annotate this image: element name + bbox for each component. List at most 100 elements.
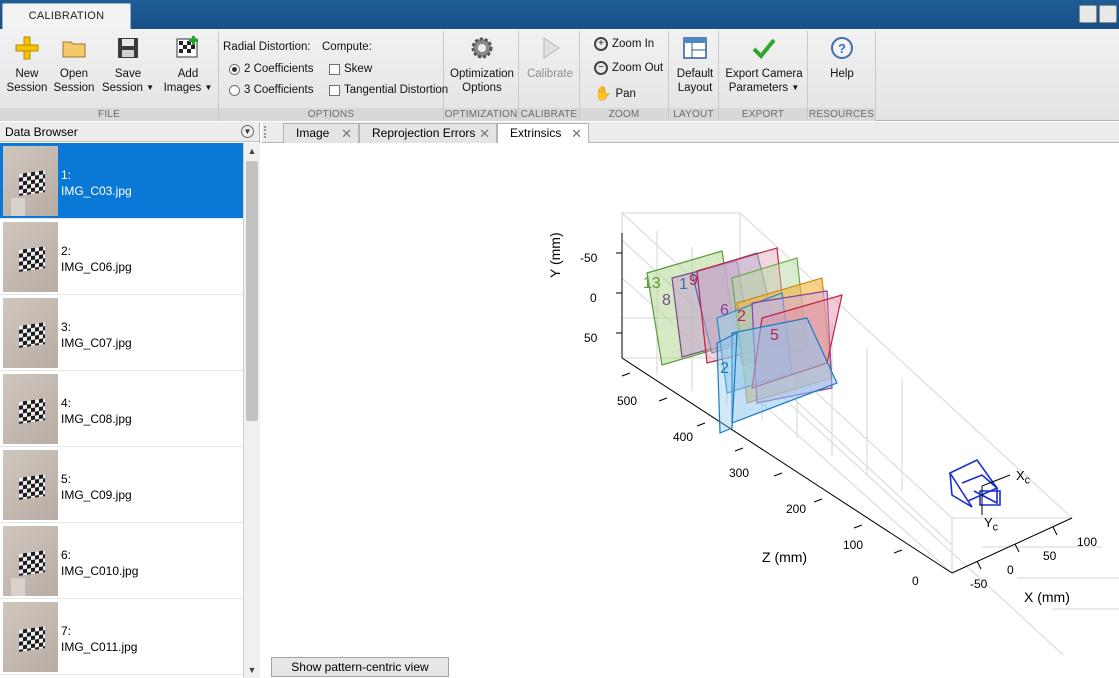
data-browser-title: Data Browser <box>5 125 78 139</box>
tab-calibration[interactable]: CALIBRATION <box>2 3 131 30</box>
show-pattern-centric-view-button[interactable]: Show pattern-centric view <box>271 657 449 677</box>
image-thumbnail <box>3 222 58 292</box>
image-item-label: 5: IMG_C09.jpg <box>61 471 132 503</box>
skew-checkbox[interactable]: Skew <box>329 63 372 75</box>
checkerboard-thumbnail <box>19 246 45 272</box>
image-list-item[interactable]: 2: IMG_C06.jpg <box>0 219 243 295</box>
zoom-out-label: Zoom Out <box>612 62 664 74</box>
tab-reprojection-errors[interactable]: Reprojection Errors ✕ <box>359 123 497 143</box>
stand-shape <box>11 198 25 216</box>
group-label-layout: LAYOUT <box>669 108 718 121</box>
image-item-label: 6: IMG_C010.jpg <box>61 547 138 579</box>
group-layout: Default Layout LAYOUT <box>669 31 719 121</box>
help-button[interactable]: ? Help <box>810 35 874 81</box>
close-icon[interactable]: ✕ <box>479 124 490 143</box>
export-camera-parameters-button[interactable]: Export Camera Parameters ▼ <box>721 35 807 95</box>
optimization-options-button[interactable]: Optimization Options <box>446 35 518 95</box>
image-filename: IMG_C011.jpg <box>61 640 138 654</box>
image-list-item[interactable]: 3: IMG_C07.jpg <box>0 295 243 371</box>
zoom-in-icon: + <box>594 37 608 51</box>
image-index: 1: <box>61 168 72 182</box>
radial-2-coefficients-radio[interactable]: 2 Coefficients <box>229 63 313 75</box>
data-browser-scrollbar[interactable]: ▲ ▼ <box>243 143 260 678</box>
skew-label: Skew <box>344 63 373 75</box>
save-session-button[interactable]: Save Session ▼ <box>100 35 156 95</box>
gear-icon <box>471 37 493 59</box>
camera-x-text: X <box>1016 468 1025 483</box>
image-thumbnail <box>3 450 58 520</box>
folder-icon <box>62 41 86 58</box>
tab-extrinsics[interactable]: Extrinsics ✕ <box>497 123 589 144</box>
z-axis-label: Z (mm) <box>762 549 808 565</box>
panel-menu-icon[interactable]: ▼ <box>241 125 254 138</box>
export-line2: Parameters <box>728 82 789 95</box>
radial-label-text: Radial Distortion: <box>223 41 311 53</box>
close-icon[interactable]: ✕ <box>341 124 352 143</box>
group-label-calibrate: CALIBRATE <box>519 108 579 121</box>
scroll-up-icon[interactable]: ▲ <box>244 143 260 159</box>
open-session-button[interactable]: Open Session <box>52 35 96 95</box>
add-images-button[interactable]: Add Images ▼ <box>160 35 216 95</box>
image-thumbnail <box>3 374 58 444</box>
image-item-label: 3: IMG_C07.jpg <box>61 319 132 351</box>
open-session-line2: Session <box>53 82 95 94</box>
radial-distortion-label: Radial Distortion: <box>223 41 311 53</box>
camera-y-sub: c <box>992 521 999 534</box>
zoom-in-button[interactable]: + Zoom In <box>594 37 654 51</box>
close-icon[interactable]: ✕ <box>571 124 582 143</box>
image-list-item[interactable]: 7: IMG_C011.jpg <box>0 599 243 675</box>
image-filename: IMG_C03.jpg <box>61 184 132 198</box>
new-session-line2: Session <box>6 82 48 94</box>
add-images-line1: Add <box>177 68 199 80</box>
default-layout-line2: Layout <box>677 82 713 94</box>
open-folder-icon[interactable] <box>1079 5 1097 23</box>
x-axis-label: X (mm) <box>1024 589 1070 605</box>
image-list-item[interactable]: 5: IMG_C09.jpg <box>0 447 243 523</box>
tab-image[interactable]: Image ✕ <box>283 123 359 143</box>
tab-extrinsics-label: Extrinsics <box>510 126 562 140</box>
z-tick: 100 <box>843 538 864 552</box>
scrollbar-thumb[interactable] <box>246 161 258 421</box>
zoom-out-button[interactable]: − Zoom Out <box>594 61 663 75</box>
image-thumbnail <box>3 298 58 368</box>
default-layout-line1: Default <box>676 68 714 80</box>
data-browser-panel: Data Browser ▼ 1: IMG_C03.jpg 2: IMG_C06.jp… <box>0 122 260 678</box>
checkmark-icon <box>752 38 776 59</box>
image-list-item[interactable]: 6: IMG_C010.jpg <box>0 523 243 599</box>
pan-button[interactable]: ✋ Pan <box>594 85 636 102</box>
group-label-file: FILE <box>0 108 218 121</box>
group-label-resources: RESOURCES <box>808 108 875 121</box>
group-export: Export Camera Parameters ▼ EXPORT <box>719 31 808 121</box>
checkbox-icon <box>329 84 340 96</box>
y-tick: 50 <box>584 331 598 345</box>
camera-icon[interactable] <box>1099 5 1117 23</box>
ribbon-toolbar: New Session Open Session Save Session ▼ <box>0 29 1119 121</box>
radial-3-coefficients-radio[interactable]: 3 Coefficients <box>229 84 313 96</box>
y-tick: -50 <box>580 251 598 265</box>
group-label-optimization: OPTIMIZATION <box>444 108 518 121</box>
default-layout-button[interactable]: Default Layout <box>671 35 719 95</box>
image-list-item[interactable]: 1: IMG_C03.jpg <box>0 143 243 219</box>
calibrate-button[interactable]: Calibrate <box>521 35 579 81</box>
svg-text:?: ? <box>838 41 846 56</box>
image-thumbnail <box>3 526 58 596</box>
group-file: New Session Open Session Save Session ▼ <box>0 31 219 121</box>
checkerboard-thumbnail <box>19 398 45 424</box>
camera-y-label: Yc <box>984 515 998 534</box>
tangential-distortion-checkbox[interactable]: Tangential Distortion <box>329 84 448 96</box>
app-titlebar: CALIBRATION <box>0 0 1119 30</box>
compute-label: Compute: <box>322 41 372 53</box>
image-filename: IMG_C010.jpg <box>61 564 139 578</box>
pan-label: Pan <box>615 87 636 100</box>
group-options: Radial Distortion: Compute: 2 Coefficien… <box>219 31 448 121</box>
zoom-in-label: Zoom In <box>612 38 655 50</box>
image-list-item[interactable]: 4: IMG_C08.jpg <box>0 371 243 447</box>
image-filename: IMG_C08.jpg <box>61 412 132 426</box>
scroll-down-icon[interactable]: ▼ <box>244 662 260 678</box>
x-tick: 100 <box>1077 535 1098 549</box>
group-label-export: EXPORT <box>719 108 807 121</box>
camera-x-sub: c <box>1024 474 1031 487</box>
axis-labels: Y (mm) -50 0 50 500 400 300 200 100 0 Z … <box>262 143 1119 655</box>
new-session-button[interactable]: New Session <box>4 35 50 95</box>
radial-2-label: 2 Coefficients <box>244 63 314 75</box>
